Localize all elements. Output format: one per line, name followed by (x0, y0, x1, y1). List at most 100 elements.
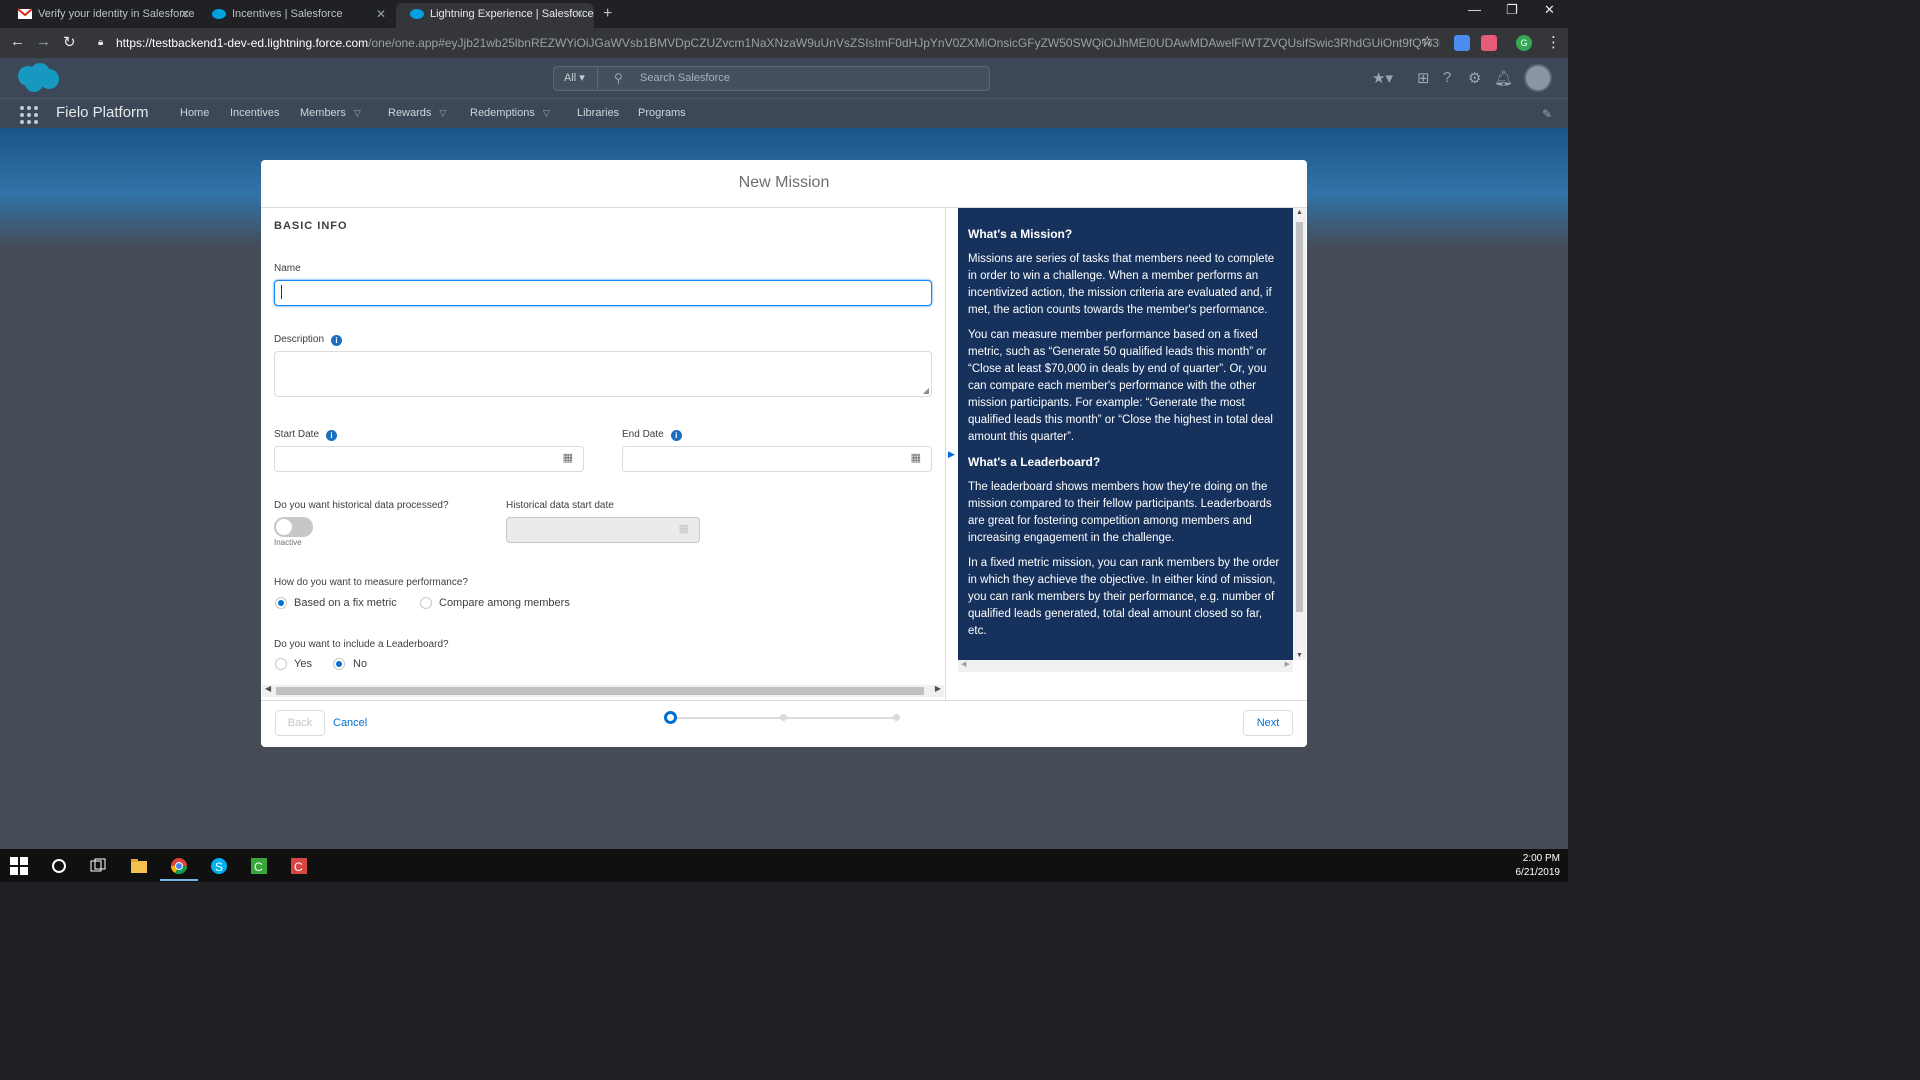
setup-gear-icon[interactable]: ⚙ (1468, 69, 1481, 87)
notifications-bell-icon[interactable]: 🔔︎ (1494, 69, 1513, 87)
calendar-icon: ▦ (678, 523, 689, 535)
radio-leaderboard-yes[interactable] (275, 658, 287, 670)
search-placeholder: Search Salesforce (640, 72, 730, 84)
back-arrow-icon[interactable]: ← (10, 33, 25, 50)
radio-fix-metric-label[interactable]: Based on a fix metric (294, 597, 397, 609)
radio-compare-members[interactable] (420, 597, 432, 609)
radio-leaderboard-no-label[interactable]: No (353, 658, 367, 670)
windows-start-icon[interactable] (10, 857, 28, 875)
favorites-star-icon[interactable]: ★▾ (1372, 69, 1393, 87)
address-bar[interactable]: 🔒︎ https://testbackend1-dev-ed.lightning… (90, 31, 1440, 55)
edit-nav-pencil-icon[interactable]: ✎ (1542, 107, 1552, 121)
radio-compare-members-label[interactable]: Compare among members (439, 597, 570, 609)
scroll-down-arrow-icon[interactable]: ▼ (1296, 652, 1303, 659)
historical-data-question: Do you want historical data processed? (274, 500, 449, 511)
new-tab-icon[interactable]: + (603, 3, 612, 25)
scroll-right-arrow-icon[interactable]: ▶ (1285, 660, 1290, 668)
bookmark-star-icon[interactable]: ☆ (1421, 33, 1434, 50)
close-window-icon[interactable]: ✕ (1544, 2, 1555, 18)
nav-item-rewards[interactable]: Rewards ▽ (388, 107, 446, 119)
leaderboard-question: Do you want to include a Leaderboard? (274, 639, 449, 650)
user-avatar[interactable] (1524, 64, 1552, 92)
system-clock[interactable]: 2:00 PM 6/21/2019 (1516, 852, 1561, 880)
profile-avatar[interactable]: G (1516, 35, 1532, 51)
scroll-left-arrow-icon[interactable]: ◀ (265, 684, 271, 693)
svg-text:S: S (215, 860, 223, 874)
close-icon[interactable]: ✕ (574, 3, 584, 25)
svg-text:C: C (254, 860, 263, 874)
scroll-left-arrow-icon[interactable]: ◀ (961, 660, 966, 668)
text-cursor (281, 285, 283, 299)
modal-title: New Mission (261, 160, 1307, 208)
forward-arrow-icon[interactable]: → (36, 33, 51, 50)
progress-track (677, 717, 897, 719)
expand-panel-arrow-icon[interactable]: ▶ (948, 449, 955, 460)
help-vertical-scrollbar[interactable]: ▲ ▼ (1293, 208, 1306, 660)
scrollbar-thumb[interactable] (1296, 222, 1303, 612)
start-date-label: Start Date i (274, 429, 338, 441)
calendar-icon[interactable]: ▦ (911, 451, 921, 464)
close-icon[interactable]: ✕ (376, 3, 386, 25)
tab-title: Incentives | Salesforce (232, 8, 343, 20)
description-textarea[interactable]: ◢ (274, 351, 932, 397)
start-date-input[interactable]: ▦ (274, 446, 584, 472)
camtasia-green-icon[interactable]: C (250, 857, 268, 875)
restore-icon[interactable]: ❐ (1506, 2, 1518, 18)
chrome-icon[interactable] (170, 857, 188, 875)
help-icon[interactable]: ? (1443, 69, 1451, 86)
back-button[interactable]: Back (275, 710, 325, 736)
salesforce-logo[interactable] (14, 62, 60, 94)
app-launcher-icon[interactable] (20, 106, 38, 124)
file-explorer-icon[interactable] (130, 857, 148, 875)
next-button[interactable]: Next (1243, 710, 1293, 736)
info-icon[interactable]: i (670, 430, 682, 441)
browser-tab-lightning[interactable]: Lightning Experience | Salesforce ✕ (396, 3, 594, 28)
nav-item-home[interactable]: Home (180, 107, 209, 119)
chevron-down-icon: ▽ (439, 108, 447, 118)
skype-icon[interactable]: S (210, 857, 228, 875)
camtasia-red-icon[interactable]: C (290, 857, 308, 875)
search-scope-dropdown[interactable]: All ▾ (554, 67, 598, 90)
radio-leaderboard-yes-label[interactable]: Yes (294, 658, 312, 670)
tab-title: Verify your identity in Salesforce (38, 8, 195, 20)
scrollbar-thumb[interactable] (276, 687, 924, 695)
url-path: /one/one.app#eyJjb21wb25lbnREZWYiOiJGaWV… (368, 36, 1440, 50)
resize-handle-icon[interactable]: ◢ (923, 386, 929, 395)
reload-icon[interactable]: ↻ (63, 33, 76, 51)
historical-start-date-label: Historical data start date (506, 500, 614, 511)
nav-item-libraries[interactable]: Libraries (577, 107, 619, 119)
global-actions-icon[interactable]: ⊞ (1417, 69, 1430, 87)
close-icon[interactable]: ✕ (180, 3, 190, 25)
task-view-icon[interactable] (89, 857, 107, 875)
info-icon[interactable]: i (326, 430, 338, 441)
clock-date: 6/21/2019 (1515, 867, 1561, 878)
calendar-icon[interactable]: ▦ (563, 451, 573, 464)
help-horizontal-scrollbar[interactable]: ◀ ▶ (958, 660, 1293, 672)
scroll-right-arrow-icon[interactable]: ▶ (935, 684, 941, 693)
toggle-state-label: Inactive (274, 538, 302, 547)
nav-item-redemptions[interactable]: Redemptions ▽ (470, 107, 550, 119)
end-date-input[interactable]: ▦ (622, 446, 932, 472)
search-circle-icon[interactable] (50, 857, 68, 875)
scroll-up-arrow-icon[interactable]: ▲ (1296, 209, 1303, 216)
info-icon[interactable]: i (331, 335, 343, 346)
section-title: BASIC INFO (274, 220, 348, 232)
browser-menu-icon[interactable]: ⋮ (1546, 33, 1561, 51)
browser-tab-verify-identity[interactable]: Verify your identity in Salesforce ✕ (4, 3, 200, 28)
gmail-icon (18, 8, 32, 19)
nav-item-members[interactable]: Members ▽ (300, 107, 361, 119)
minimize-icon[interactable]: — (1468, 2, 1481, 17)
browser-tab-incentives[interactable]: Incentives | Salesforce ✕ (198, 3, 396, 28)
radio-fix-metric[interactable] (275, 597, 287, 609)
global-search[interactable]: All ▾ ⚲ Search Salesforce (553, 66, 990, 91)
historical-data-toggle[interactable] (274, 517, 313, 537)
name-input[interactable] (274, 280, 932, 306)
chevron-down-icon: ▽ (542, 108, 550, 118)
nav-item-incentives[interactable]: Incentives (230, 107, 280, 119)
extension-icon[interactable] (1454, 35, 1470, 51)
extension-icon[interactable] (1481, 35, 1497, 51)
cancel-button[interactable]: Cancel (333, 717, 367, 729)
nav-item-programs[interactable]: Programs (638, 107, 686, 119)
form-horizontal-scrollbar[interactable]: ◀ ▶ (262, 684, 944, 697)
radio-leaderboard-no[interactable] (333, 658, 345, 670)
